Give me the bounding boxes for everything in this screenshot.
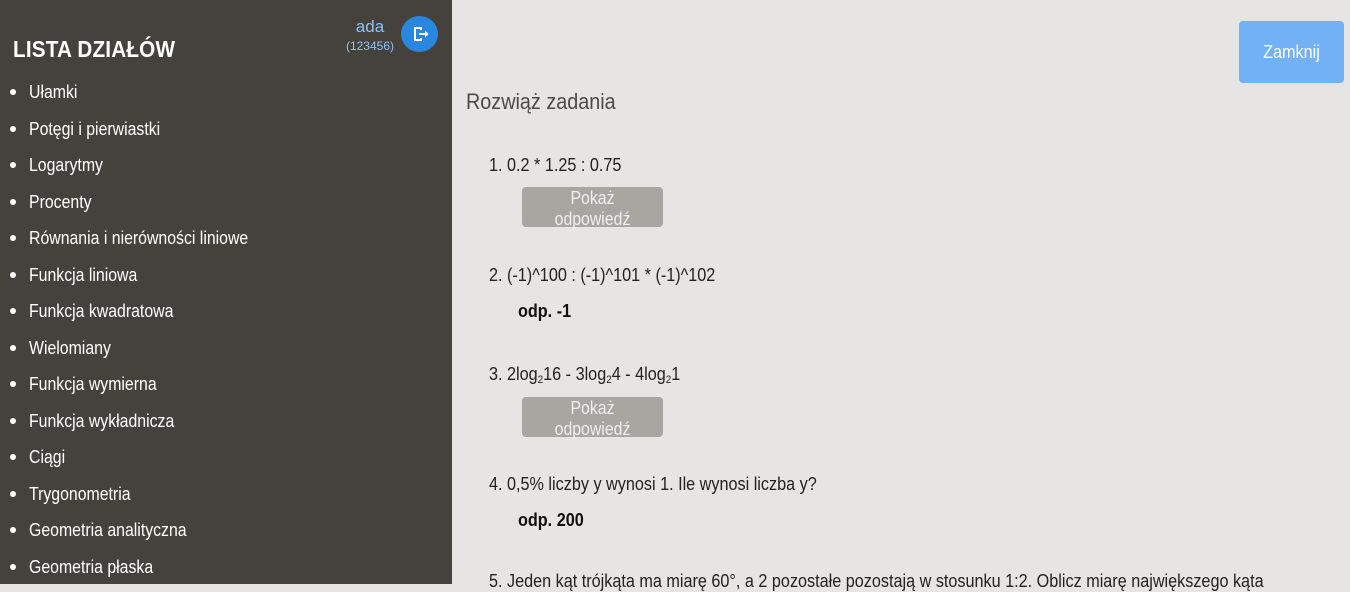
section-item-label: Funkcja kwadratowa — [29, 301, 174, 321]
bullet — [10, 308, 16, 314]
task-text-part: 1 — [671, 364, 681, 384]
section-item-label: Funkcja liniowa — [29, 264, 138, 285]
task-text-part: 16 - 3log — [543, 364, 607, 384]
task-text-part: 3. 2log — [489, 364, 538, 384]
show-answer-label: Pokaż odpowiedź — [554, 398, 631, 439]
task-1: 1. 0.2 * 1.25 : 0.75 Pokaż odpowiedź — [489, 155, 663, 229]
close-button[interactable]: Zamknij — [1239, 21, 1344, 83]
sidebar-title: LISTA DZIAŁÓW — [13, 36, 176, 62]
section-item-geometria-plaska[interactable]: Geometria płaska — [0, 549, 278, 585]
section-item-label: Logarytmy — [29, 155, 103, 175]
task-3: 3. 2log216 - 3log24 - 4log21 Pokaż odpow… — [489, 364, 702, 439]
section-item-label: Ciągi — [29, 447, 66, 467]
bullet — [10, 198, 16, 205]
bullet — [10, 381, 16, 387]
section-item-label: Potęgi i pierwiastki — [29, 118, 161, 139]
bullet — [10, 271, 16, 278]
section-item-rownania[interactable]: Równania i nierówności liniowe — [0, 220, 278, 257]
show-answer-button[interactable]: Pokaż odpowiedź — [522, 397, 663, 439]
section-item-funkcja-wymierna[interactable]: Funkcja wymierna — [0, 366, 278, 403]
section-item-logarytmy[interactable]: Logarytmy — [0, 147, 278, 184]
task-4: 4. 0,5% liczby y wynosi 1. Ile wynosi li… — [489, 474, 853, 531]
bullet — [10, 454, 16, 460]
answer-text: odp. -1 — [518, 301, 572, 321]
user-id: (123456) — [345, 39, 394, 53]
section-item-geometria-analityczna[interactable]: Geometria analityczna — [0, 512, 278, 549]
section-item-label: Funkcja wymierna — [29, 374, 157, 394]
main-content: Zamknij Rozwiąż zadania 1. 0.2 * 1.25 : … — [452, 0, 1350, 591]
bullet — [10, 490, 16, 497]
bullet — [10, 125, 16, 132]
section-item-funkcja-kwadratowa[interactable]: Funkcja kwadratowa — [0, 293, 278, 330]
task-text: 4. 0,5% liczby y wynosi 1. Ile wynosi li… — [489, 474, 817, 494]
bullet — [10, 235, 16, 241]
task-2: 2. (-1)^100 : (-1)^101 * (-1)^102 odp. -… — [489, 265, 740, 322]
close-button-label: Zamknij — [1263, 41, 1320, 62]
bullet — [10, 563, 16, 570]
task-text: 5. Jeden kąt trójkąta ma miarę 60°, a 2 … — [489, 571, 1264, 591]
logout-button[interactable] — [401, 16, 438, 52]
section-item-label: Wielomiany — [29, 337, 111, 358]
bullet — [10, 89, 16, 95]
section-item-ciagi[interactable]: Ciągi — [0, 439, 278, 476]
bullet — [10, 417, 16, 424]
bullet — [10, 527, 16, 533]
section-item-label: Geometria analityczna — [29, 520, 187, 540]
user-info: ada (123456) — [346, 16, 394, 54]
section-item-label: Ułamki — [29, 82, 78, 102]
bullet — [10, 344, 16, 351]
task-text: 1. 0.2 * 1.25 : 0.75 — [489, 155, 622, 175]
page-title: Rozwiąż zadania — [466, 89, 616, 114]
user-name: ada — [355, 17, 385, 36]
show-answer-label: Pokaż odpowiedź — [554, 188, 631, 229]
section-item-label: Geometria płaska — [29, 556, 154, 577]
section-item-label: Trygonometria — [29, 483, 131, 504]
section-item-funkcja-liniowa[interactable]: Funkcja liniowa — [0, 257, 278, 294]
section-item-label: Procenty — [29, 191, 92, 212]
bullet — [10, 162, 16, 168]
section-item-funkcja-wykladnicza[interactable]: Funkcja wykładnicza — [0, 403, 278, 440]
task-text-part: 4 - 4log — [611, 364, 666, 384]
section-item-label: Funkcja wykładnicza — [29, 410, 175, 431]
section-item-trygonometria[interactable]: Trygonometria — [0, 476, 278, 513]
show-answer-button[interactable]: Pokaż odpowiedź — [522, 187, 663, 229]
logout-icon — [413, 27, 428, 41]
sidebar: LISTA DZIAŁÓW ada (123456) Ułamki Potęgi… — [0, 0, 452, 584]
section-item-potegi[interactable]: Potęgi i pierwiastki — [0, 111, 278, 148]
task-5: 5. Jeden kąt trójkąta ma miarę 60°, a 2 … — [489, 571, 1350, 592]
task-text: 2. (-1)^100 : (-1)^101 * (-1)^102 — [489, 265, 716, 285]
answer-text: odp. 200 — [518, 510, 584, 530]
task-text: 3. 2log216 - 3log24 - 4log21 — [489, 364, 680, 386]
section-item-ulamki[interactable]: Ułamki — [0, 74, 278, 111]
section-list: Ułamki Potęgi i pierwiastki Logarytmy Pr… — [0, 74, 278, 584]
section-item-procenty[interactable]: Procenty — [0, 184, 278, 221]
section-item-label: Równania i nierówności liniowe — [29, 228, 249, 248]
section-item-wielomiany[interactable]: Wielomiany — [0, 330, 278, 367]
